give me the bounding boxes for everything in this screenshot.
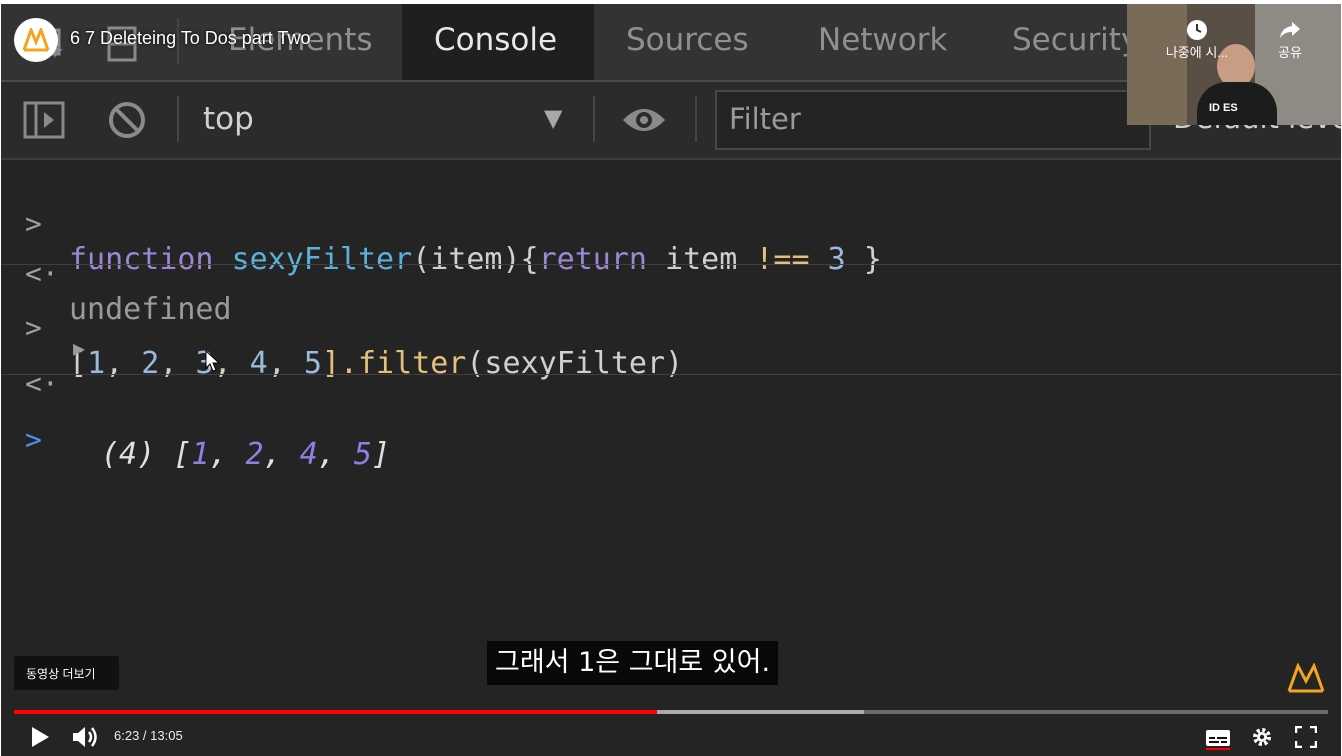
live-expression-eye-icon[interactable] bbox=[621, 104, 667, 136]
console-filter-input[interactable]: Filter bbox=[715, 90, 1151, 150]
clock-icon bbox=[1187, 20, 1207, 40]
console-output-line: <· undefined bbox=[1, 222, 1341, 327]
play-icon[interactable] bbox=[29, 726, 51, 748]
share-button[interactable]: 공유 bbox=[1267, 18, 1313, 61]
console-output-line: <· ▶ (4) [1, 2, 4, 5] bbox=[1, 332, 1341, 472]
more-videos-label: 동영상 더보기 bbox=[26, 667, 96, 681]
tab-sources[interactable]: Sources bbox=[626, 22, 749, 58]
fullscreen-icon[interactable] bbox=[1295, 726, 1317, 748]
context-selector[interactable]: top bbox=[203, 101, 254, 137]
toolbar-separator bbox=[695, 96, 697, 142]
share-arrow-icon bbox=[1280, 22, 1300, 38]
watch-later-button[interactable]: 나중에 시... bbox=[1151, 18, 1243, 61]
tab-console[interactable]: Console bbox=[434, 22, 557, 58]
filter-placeholder: Filter bbox=[729, 102, 801, 136]
share-label: 공유 bbox=[1278, 45, 1302, 60]
m-logo-icon bbox=[22, 28, 50, 52]
array-result[interactable]: (4) [1, 2, 4, 5] bbox=[101, 437, 390, 472]
mouse-cursor-icon bbox=[205, 350, 221, 372]
console-input-line: > [1, 2, 3, 4, 5].filter(sexyFilter) bbox=[1, 276, 1341, 381]
watch-later-label: 나중에 시... bbox=[1165, 45, 1229, 60]
shirt-text: ID ES bbox=[1209, 102, 1238, 114]
subtitles-icon[interactable] bbox=[1205, 728, 1231, 750]
channel-watermark-icon[interactable] bbox=[1287, 663, 1325, 693]
player-controls: 6:23 / 13:05 bbox=[1, 716, 1341, 756]
toolbar-separator bbox=[177, 96, 179, 142]
channel-avatar[interactable] bbox=[14, 18, 58, 62]
video-player[interactable]: Elements Console Sources Network Securit… bbox=[1, 4, 1341, 756]
tab-security[interactable]: Security bbox=[1012, 22, 1139, 58]
more-videos-button[interactable]: 동영상 더보기 bbox=[14, 656, 119, 690]
console-prompt-line[interactable]: > bbox=[1, 388, 1341, 456]
expand-triangle-icon[interactable]: ▶ bbox=[73, 336, 85, 360]
tab-network[interactable]: Network bbox=[818, 22, 947, 58]
played-bar bbox=[14, 710, 657, 714]
volume-icon[interactable] bbox=[71, 724, 99, 750]
settings-gear-icon[interactable] bbox=[1251, 726, 1273, 748]
caption-box: 그래서 1은 그대로 있어. bbox=[487, 641, 779, 685]
time-display: 6:23 / 13:05 bbox=[114, 728, 183, 743]
console-divider bbox=[1, 374, 1341, 375]
clear-console-icon[interactable] bbox=[107, 100, 147, 140]
context-dropdown-icon[interactable]: ▼ bbox=[544, 104, 562, 132]
console-input-line: > function sexyFilter(item){return item … bbox=[1, 172, 1341, 277]
progress-bar[interactable] bbox=[14, 710, 1328, 714]
video-title[interactable]: 6 7 Deleteing To Dos part Two bbox=[70, 28, 310, 49]
toolbar-separator bbox=[593, 96, 595, 142]
sidebar-toggle-icon[interactable] bbox=[23, 100, 65, 140]
console-divider bbox=[1, 264, 1341, 265]
active-prompt-icon: > bbox=[25, 423, 42, 456]
caption-text: 그래서 1은 그대로 있어. bbox=[495, 647, 771, 678]
